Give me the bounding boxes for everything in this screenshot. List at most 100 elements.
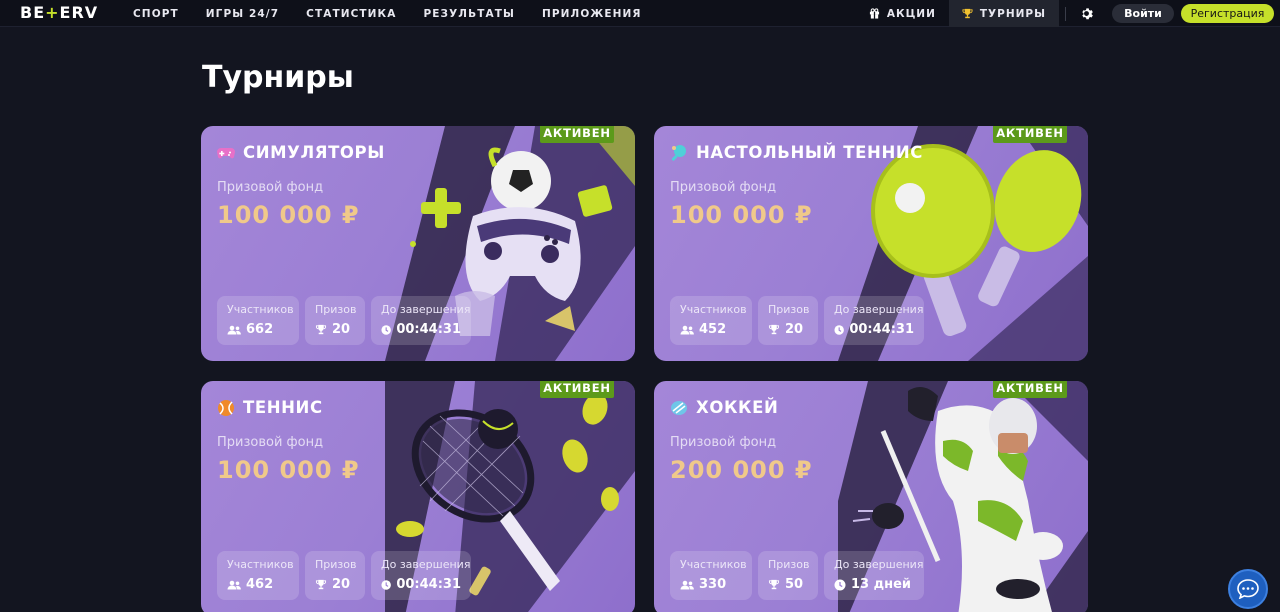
status-badge: АКТИВЕН xyxy=(540,126,614,143)
prizes-stat: Призов 20 xyxy=(305,296,365,345)
status-badge: АКТИВЕН xyxy=(540,381,614,398)
time-left-value: 00:44:31 xyxy=(396,577,461,592)
participants-stat: Участников 452 xyxy=(670,296,752,345)
time-left-value: 00:44:31 xyxy=(849,322,914,337)
prize-fund-value: 100 000 ₽ xyxy=(217,456,360,484)
login-button[interactable]: Войти xyxy=(1112,4,1174,23)
prizes-value: 20 xyxy=(332,577,351,592)
prizes-label: Призов xyxy=(768,558,810,571)
table-tennis-icon xyxy=(671,144,686,161)
main-nav: СПОРТ ИГРЫ 24/7 СТАТИСТИКА РЕЗУЛЬТАТЫ ПР… xyxy=(133,0,669,27)
prize-fund-value: 100 000 ₽ xyxy=(670,201,813,229)
card-title-row: ХОККЕЙ xyxy=(670,398,778,417)
prizes-label: Призов xyxy=(315,558,357,571)
prize-fund-value: 200 000 ₽ xyxy=(670,456,813,484)
card-stats: Участников 662 Призов 20 До завершения 0… xyxy=(217,296,471,345)
prizes-stat: Призов 20 xyxy=(758,296,818,345)
logo[interactable]: BE+ERV xyxy=(20,3,98,22)
nav-sport[interactable]: СПОРТ xyxy=(133,8,179,20)
divider xyxy=(1065,6,1066,21)
trophy-icon xyxy=(962,8,973,19)
nav-tournaments-label: ТУРНИРЫ xyxy=(979,7,1046,20)
clock-icon xyxy=(834,579,846,590)
clock-icon xyxy=(834,324,844,335)
nav-apps[interactable]: ПРИЛОЖЕНИЯ xyxy=(542,8,642,20)
prizes-label: Призов xyxy=(315,303,357,316)
prizes-label: Призов xyxy=(768,303,810,316)
time-left-label: До завершения xyxy=(834,303,924,316)
card-title-row: ТЕННИС xyxy=(217,398,323,417)
prize-fund-label: Призовой фонд xyxy=(670,435,777,450)
card-title: ТЕННИС xyxy=(243,398,323,417)
prizes-stat: Призов 50 xyxy=(758,551,818,600)
time-left-label: До завершения xyxy=(834,558,924,571)
prizes-value: 20 xyxy=(332,322,351,337)
time-left-value: 00:44:31 xyxy=(396,322,461,337)
participants-label: Участников xyxy=(680,303,747,316)
prizes-stat: Призов 20 xyxy=(305,551,365,600)
users-icon xyxy=(227,580,241,589)
trophy-icon xyxy=(768,579,780,590)
card-stats: Участников 462 Призов 20 До завершения 0… xyxy=(217,551,471,600)
prizes-value: 50 xyxy=(785,577,804,592)
support-chat-button[interactable] xyxy=(1228,569,1268,609)
participants-stat: Участников 330 xyxy=(670,551,752,600)
users-icon xyxy=(680,580,694,589)
time-left-value: 13 дней xyxy=(851,577,912,592)
prize-fund-value: 100 000 ₽ xyxy=(217,201,360,229)
register-button[interactable]: Регистрация xyxy=(1181,4,1274,23)
card-title: НАСТОЛЬНЫЙ ТЕННИС xyxy=(696,143,923,162)
time-left-stat: До завершения 00:44:31 xyxy=(371,296,471,345)
participants-value: 662 xyxy=(246,322,274,337)
nav-statistics[interactable]: СТАТИСТИКА xyxy=(306,8,396,20)
hockey-puck-icon xyxy=(671,400,687,415)
time-left-stat: До завершения 13 дней xyxy=(824,551,924,600)
users-icon xyxy=(227,325,241,334)
gear-icon xyxy=(1081,8,1093,20)
card-title-row: НАСТОЛЬНЫЙ ТЕННИС xyxy=(670,143,923,162)
gift-icon xyxy=(869,8,879,19)
prize-fund-label: Призовой фонд xyxy=(217,180,324,195)
tournament-card-tennis[interactable]: АКТИВЕН ТЕННИС Призовой фонд 100 000 ₽ У… xyxy=(201,381,635,612)
participants-label: Участников xyxy=(227,303,294,316)
clock-icon xyxy=(381,324,391,335)
chat-icon xyxy=(1237,579,1259,599)
card-title: ХОККЕЙ xyxy=(696,398,779,417)
tennis-ball-icon xyxy=(218,399,234,416)
participants-value: 452 xyxy=(699,322,727,337)
nav-promo[interactable]: АКЦИИ xyxy=(856,0,949,27)
card-stats: Участников 452 Призов 20 До завершения 0… xyxy=(670,296,924,345)
settings-button[interactable] xyxy=(1072,0,1100,27)
participants-stat: Участников 462 xyxy=(217,551,299,600)
page-title: Турниры xyxy=(202,60,354,95)
prizes-value: 20 xyxy=(785,322,804,337)
time-left-label: До завершения xyxy=(381,558,471,571)
gamepad-icon xyxy=(217,147,235,158)
right-nav: АКЦИИ ТУРНИРЫ Войти Регистрация xyxy=(856,0,1280,27)
participants-label: Участников xyxy=(227,558,294,571)
time-left-label: До завершения xyxy=(381,303,471,316)
trophy-icon xyxy=(768,324,780,335)
participants-label: Участников xyxy=(680,558,747,571)
trophy-icon xyxy=(315,579,327,590)
tournament-card-simulators[interactable]: АКТИВЕН СИМУЛЯТОРЫ Призовой фонд 100 000… xyxy=(201,126,635,361)
card-title: СИМУЛЯТОРЫ xyxy=(243,143,385,162)
nav-promo-label: АКЦИИ xyxy=(886,7,936,20)
time-left-stat: До завершения 00:44:31 xyxy=(824,296,924,345)
nav-games[interactable]: ИГРЫ 24/7 xyxy=(206,8,279,20)
prize-fund-label: Призовой фонд xyxy=(670,180,777,195)
prize-fund-label: Призовой фонд xyxy=(217,435,324,450)
participants-stat: Участников 662 xyxy=(217,296,299,345)
card-title-row: СИМУЛЯТОРЫ xyxy=(217,143,385,162)
trophy-icon xyxy=(315,324,327,335)
participants-value: 330 xyxy=(699,577,727,592)
top-navbar: BE+ERV СПОРТ ИГРЫ 24/7 СТАТИСТИКА РЕЗУЛЬ… xyxy=(0,0,1280,27)
tournament-card-table-tennis[interactable]: АКТИВЕН НАСТОЛЬНЫЙ ТЕННИС Призовой фонд … xyxy=(654,126,1088,361)
users-icon xyxy=(680,325,694,334)
nav-tournaments[interactable]: ТУРНИРЫ xyxy=(948,0,1059,27)
tournament-card-hockey[interactable]: АКТИВЕН ХОККЕЙ Призовой фонд 200 000 ₽ У… xyxy=(654,381,1088,612)
clock-icon xyxy=(381,579,391,590)
status-badge: АКТИВЕН xyxy=(993,126,1067,143)
card-stats: Участников 330 Призов 50 До завершения 1… xyxy=(670,551,924,600)
nav-results[interactable]: РЕЗУЛЬТАТЫ xyxy=(423,8,514,20)
